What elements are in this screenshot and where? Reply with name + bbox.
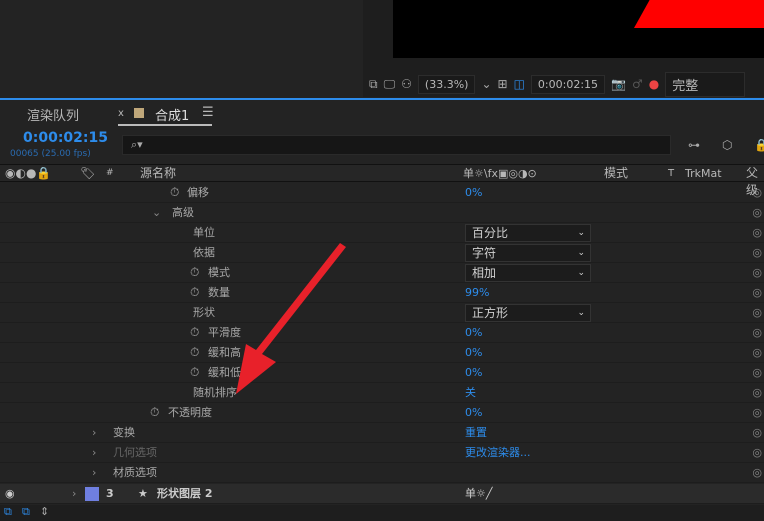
red-arrow-annotation: [236, 243, 346, 394]
arrow-shape: [236, 243, 346, 394]
